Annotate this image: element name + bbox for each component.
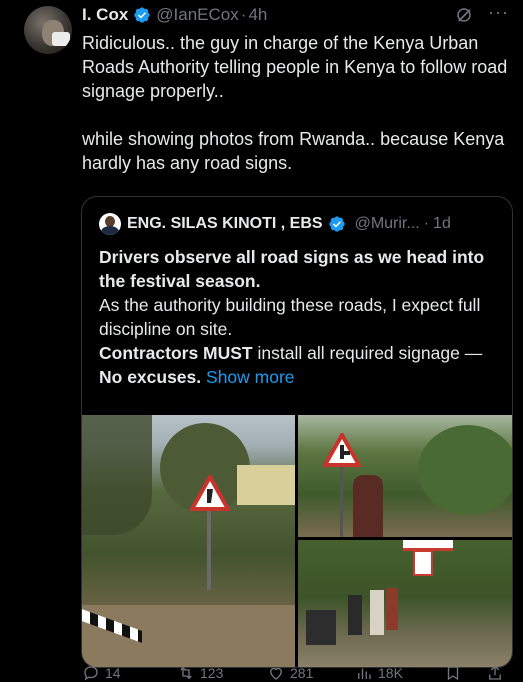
reply-icon: [84, 666, 98, 681]
bookmark-icon: [447, 666, 459, 681]
sign-pole: [207, 505, 211, 590]
tweet-time[interactable]: 4h: [248, 5, 267, 25]
more-icon[interactable]: ···: [488, 2, 509, 23]
reply-button[interactable]: 14: [82, 664, 121, 682]
show-more-link[interactable]: Show more: [206, 367, 295, 387]
views-button[interactable]: 18K: [355, 664, 403, 682]
tweet-header: I. Cox @IanECox · 4h: [82, 4, 267, 26]
person-shape: [348, 595, 362, 635]
photo-sign-with-person[interactable]: [298, 415, 512, 537]
like-count: 281: [290, 665, 314, 681]
person-shape: [386, 588, 398, 630]
verified-badge-icon: [328, 216, 345, 232]
repost-button[interactable]: 123: [177, 664, 223, 682]
photo-people-on-road[interactable]: [298, 540, 512, 667]
separator-dot: ·: [240, 5, 247, 24]
author-name[interactable]: I. Cox: [82, 5, 128, 25]
action-bar: 14 123 281 18K: [82, 664, 512, 682]
quoted-line-3-rest: install all required signage —: [252, 343, 483, 363]
reply-count: 14: [105, 665, 121, 681]
quoted-tweet-header: ENG. SILAS KINOTI , EBS @Murir... · 1d: [99, 213, 451, 235]
author-handle[interactable]: @IanECox: [156, 5, 238, 25]
photo-road-sign-slope[interactable]: [82, 415, 295, 667]
media-grid: [82, 415, 512, 667]
share-icon: [489, 665, 501, 680]
quoted-line-1: Drivers observe all road signs as we hea…: [99, 247, 485, 291]
warning-sign-icon: [323, 433, 361, 467]
like-button[interactable]: 281: [267, 664, 313, 682]
bin-shape: [306, 610, 336, 645]
quoted-tweet-text: Drivers observe all road signs as we hea…: [99, 245, 499, 389]
quoted-separator-dot: ·: [423, 215, 430, 232]
avatar-mask: [52, 32, 70, 46]
quoted-tweet[interactable]: ENG. SILAS KINOTI , EBS @Murir... · 1d D…: [81, 196, 513, 668]
tree-shape: [82, 415, 152, 535]
quoted-author-handle[interactable]: @Murir...: [355, 215, 420, 233]
views-icon: [358, 668, 371, 679]
like-icon: [270, 667, 282, 680]
grok-icon[interactable]: [455, 6, 473, 24]
repost-icon: [180, 666, 192, 680]
quoted-line-3: Contractors MUST install all required si…: [99, 341, 499, 389]
quoted-author-avatar[interactable]: [99, 213, 121, 235]
repost-count: 123: [200, 665, 224, 681]
tree-shape: [418, 425, 512, 515]
quoted-author-name[interactable]: ENG. SILAS KINOTI , EBS: [127, 215, 323, 233]
tweet-text: Ridiculous.. the guy in charge of the Ke…: [82, 31, 512, 175]
person-shape: [353, 475, 383, 537]
author-avatar[interactable]: [24, 6, 72, 54]
road-surface: [82, 605, 295, 667]
person-shape: [370, 590, 384, 635]
verified-badge-icon: [134, 7, 150, 23]
quoted-line-2: As the authority building these roads, I…: [99, 295, 481, 339]
sign-pole: [340, 467, 343, 537]
sign-board: [413, 550, 433, 576]
quoted-bold-contractors: Contractors MUST: [99, 343, 253, 363]
quoted-avatar-body: [101, 226, 119, 235]
quoted-tweet-time[interactable]: 1d: [433, 215, 451, 233]
share-button[interactable]: [486, 664, 509, 682]
views-count: 18K: [378, 665, 403, 681]
warning-sign-icon: [190, 475, 230, 511]
building-shape: [237, 465, 295, 505]
tweet-paragraph-2: while showing photos from Rwanda.. becau…: [82, 129, 505, 173]
quoted-bold-no-excuses: No excuses.: [99, 367, 202, 387]
bookmark-button[interactable]: [444, 664, 467, 682]
tweet-paragraph-1: Ridiculous.. the guy in charge of the Ke…: [82, 33, 508, 101]
